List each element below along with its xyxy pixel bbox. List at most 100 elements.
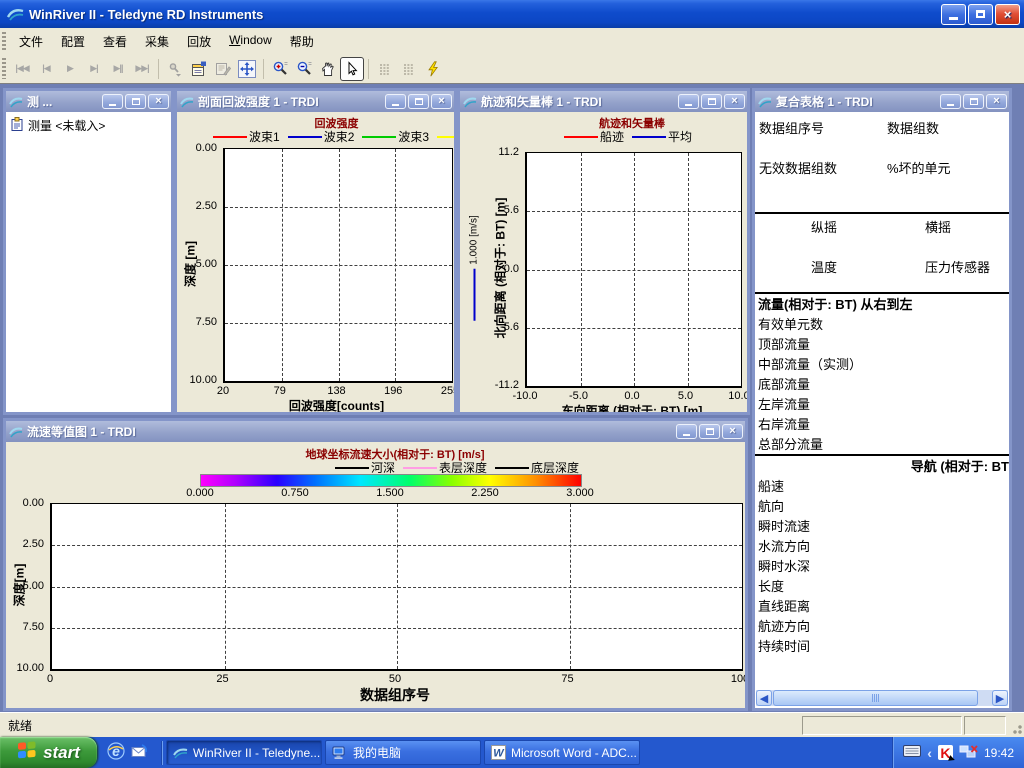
kaspersky-tray-icon[interactable]: K <box>938 745 953 760</box>
menu-item-配置[interactable]: 配置 <box>52 29 94 54</box>
minimize-button[interactable] <box>676 424 697 439</box>
maximize-button[interactable] <box>968 4 993 25</box>
horizontal-gridline <box>225 265 452 266</box>
horizontal-gridline <box>225 323 452 324</box>
toolbar-gripper[interactable] <box>2 58 6 78</box>
minimize-button[interactable] <box>941 4 966 25</box>
tabular-view-button-2[interactable] <box>397 57 421 81</box>
legend-item: 波束2 <box>288 128 355 145</box>
play-button[interactable]: ▶ <box>58 57 82 81</box>
menu-item-查看[interactable]: 查看 <box>94 29 136 54</box>
horizontal-scrollbar[interactable]: ◀ ▶ <box>756 690 1008 706</box>
toolbar-gripper[interactable] <box>2 32 6 50</box>
maximize-button[interactable] <box>699 424 720 439</box>
task-icon-word: W <box>491 745 506 760</box>
echo-titlebar[interactable]: 剖面回波强度 1 - TRDI × <box>177 91 454 112</box>
window-title: 测 ... <box>27 93 100 110</box>
status-bar: 就绪 <box>0 712 1024 737</box>
window-title: 复合表格 1 - TRDI <box>776 93 938 110</box>
close-button[interactable]: × <box>431 94 452 109</box>
start-button[interactable]: start <box>0 737 97 768</box>
close-button[interactable]: × <box>986 94 1007 109</box>
scrollbar-thumb[interactable] <box>773 690 978 706</box>
taskbar-task-3[interactable]: WMicrosoft Word - ADC... <box>484 740 640 765</box>
y-tick-label: 0.00 <box>196 142 217 154</box>
outlook-express-icon[interactable] <box>131 744 149 762</box>
tray-collapse-chevron[interactable]: ‹ <box>927 745 932 761</box>
y-tick-label: 0.00 <box>23 497 44 509</box>
legend-label: 船迹 <box>600 128 624 145</box>
zoom-out-button[interactable] <box>292 57 316 81</box>
step-back-button[interactable]: |◀ <box>34 57 58 81</box>
window-measurement: 测 ... × 测量 <未载入> <box>3 88 174 415</box>
maximize-button[interactable] <box>125 94 146 109</box>
menu-item-文件[interactable]: 文件 <box>10 29 52 54</box>
measurement-label: 测量 <未载入> <box>28 117 105 134</box>
colorbar-tick-label: 0.000 <box>186 487 214 499</box>
composite-table-titlebar[interactable]: 复合表格 1 - TRDI × <box>755 91 1009 112</box>
minimize-button[interactable] <box>678 94 699 109</box>
velocity-contour-titlebar[interactable]: 流速等值图 1 - TRDI × <box>6 421 745 442</box>
toolbar-separator <box>368 59 369 79</box>
table-cell-label: 无效数据组数 <box>755 158 887 198</box>
pan-windows-button[interactable] <box>235 57 259 81</box>
step-forward-button[interactable]: ▶| <box>82 57 106 81</box>
keyboard-layout-icon[interactable] <box>903 745 921 760</box>
legend-line-swatch <box>335 467 369 469</box>
play-slow-button[interactable]: ▶|| <box>106 57 130 81</box>
x-tick-label: 20 <box>217 385 229 397</box>
maximize-button[interactable] <box>701 94 722 109</box>
goto-first-ensemble-button[interactable]: |◀◀ <box>10 57 34 81</box>
y-axis-label: 深度 [m] <box>182 241 199 287</box>
menu-item-回放[interactable]: 回放 <box>178 29 220 54</box>
composite-table: 数据组序号数据组数无效数据组数%坏的单元 纵摇横摇温度压力传感器 流量(相对于:… <box>755 112 1009 708</box>
table-row-label: 直线距离 <box>755 596 1009 616</box>
contour-plot-canvas[interactable] <box>50 503 743 671</box>
window-echo-intensity: 剖面回波强度 1 - TRDI × 回波强度 波束1波束2波束3波束4 0.00… <box>174 88 457 415</box>
app-titlebar: WinRiver II - Teledyne RD Instruments × <box>0 0 1024 28</box>
maximize-button[interactable] <box>408 94 429 109</box>
taskbar-task-1[interactable]: WinRiver II - Teledyne... <box>166 740 322 765</box>
close-button[interactable]: × <box>995 4 1020 25</box>
minimize-button[interactable] <box>940 94 961 109</box>
window-velocity-contour: 流速等值图 1 - TRDI × 地球坐标流速大小(相对于: BT) [m/s]… <box>3 418 748 711</box>
legend-item: 船迹 <box>564 128 624 145</box>
taskbar-task-2[interactable]: 我的电脑 <box>325 740 481 765</box>
ship-track-titlebar[interactable]: 航迹和矢量棒 1 - TRDI × <box>460 91 747 112</box>
zoom-in-button[interactable] <box>268 57 292 81</box>
goto-last-ensemble-button[interactable]: ▶▶| <box>130 57 154 81</box>
resize-grip[interactable] <box>1010 722 1023 735</box>
tabular-view-button-1[interactable] <box>373 57 397 81</box>
echo-plot-canvas[interactable] <box>223 148 453 383</box>
scroll-right-arrow[interactable]: ▶ <box>992 690 1008 706</box>
measurement-titlebar[interactable]: 测 ... × <box>6 91 171 112</box>
internet-explorer-icon[interactable]: e <box>107 742 125 763</box>
maximize-button[interactable] <box>963 94 984 109</box>
legend-line-swatch <box>564 136 598 138</box>
properties-button[interactable] <box>187 57 211 81</box>
minimize-button[interactable] <box>102 94 123 109</box>
measurement-root-item[interactable]: 测量 <未载入> <box>6 112 171 139</box>
pan-hand-button[interactable] <box>316 57 340 81</box>
taskbar-clock[interactable]: 19:42 <box>984 746 1014 760</box>
ship-track-plot-canvas[interactable] <box>525 152 742 388</box>
table-row-label: 有效单元数 <box>755 314 1009 334</box>
menu-item-采集[interactable]: 采集 <box>136 29 178 54</box>
select-cursor-button[interactable] <box>340 57 364 81</box>
x-axis-label: 数据组序号 <box>50 685 740 705</box>
edit-notes-button[interactable] <box>211 57 235 81</box>
menu-item-帮助[interactable]: 帮助 <box>281 29 323 54</box>
playback-options-button[interactable] <box>163 57 187 81</box>
close-button[interactable]: × <box>722 424 743 439</box>
close-button[interactable]: × <box>724 94 745 109</box>
network-offline-icon[interactable] <box>959 744 978 762</box>
scroll-left-arrow[interactable]: ◀ <box>756 690 772 706</box>
minimize-button[interactable] <box>385 94 406 109</box>
y-tick-label: 10.00 <box>16 662 44 674</box>
menu-item-Window[interactable]: Window <box>220 29 281 54</box>
echo-intensity-chart: 回波强度 波束1波束2波束3波束4 0.002.505.007.5010.00 … <box>177 112 454 412</box>
acquire-start-button[interactable] <box>421 57 445 81</box>
x-tick-label: 0 <box>47 673 53 685</box>
horizontal-gridline <box>527 328 741 329</box>
close-button[interactable]: × <box>148 94 169 109</box>
